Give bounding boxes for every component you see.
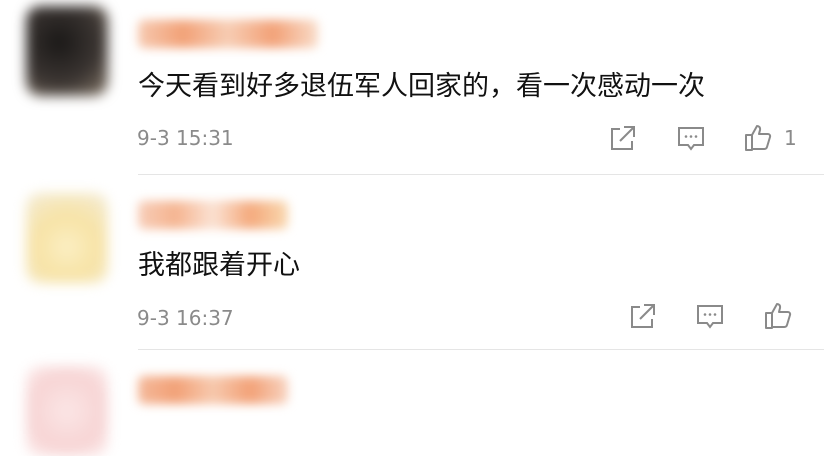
username-blurred[interactable]: [138, 201, 288, 229]
comment-item: 今天看到好多退伍军人回家的，看一次感动一次 9-3 15:31 1: [0, 0, 824, 175]
avatar[interactable]: [26, 193, 108, 283]
thumbs-up-icon[interactable]: [762, 300, 794, 332]
share-icon[interactable]: [606, 123, 638, 155]
thumbs-up-icon[interactable]: [742, 122, 774, 154]
comment-timestamp: 9-3 15:31: [137, 126, 234, 150]
comment-icon[interactable]: [675, 123, 707, 155]
comment-timestamp: 9-3 16:37: [137, 306, 234, 330]
username-blurred[interactable]: [138, 376, 288, 404]
comment-text: 今天看到好多退伍军人回家的，看一次感动一次: [138, 71, 705, 102]
comment-icon[interactable]: [694, 301, 726, 333]
like-count: 1: [784, 126, 797, 150]
username-blurred[interactable]: [138, 20, 318, 48]
avatar[interactable]: [26, 6, 108, 96]
comment-item: [0, 350, 824, 456]
comment-item: 我都跟着开心 9-3 16:37: [0, 175, 824, 350]
comment-text: 我都跟着开心: [138, 250, 300, 281]
share-icon[interactable]: [626, 301, 658, 333]
avatar[interactable]: [26, 366, 108, 456]
